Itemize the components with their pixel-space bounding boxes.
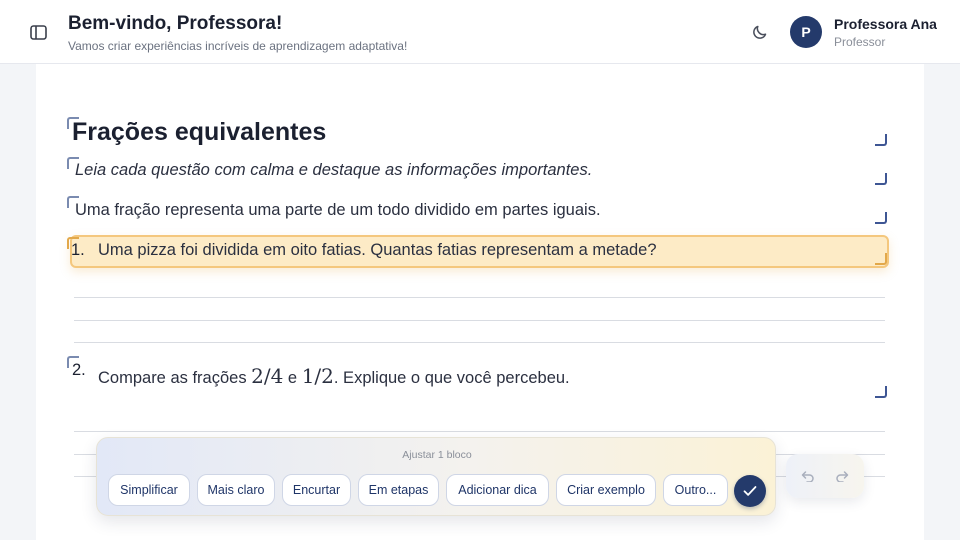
answer-line[interactable] (74, 320, 885, 321)
question-2-text[interactable]: Compare as frações 2/4 e 1/2 . Explique … (98, 364, 570, 390)
question-2-number: 2. (72, 361, 86, 379)
block-corner-marker (875, 134, 887, 146)
user-role: Professor (834, 35, 886, 49)
create-example-button[interactable]: Criar exemplo (556, 474, 656, 506)
redo-icon[interactable] (832, 466, 852, 486)
toolbar-label: Ajustar 1 bloco (402, 449, 472, 461)
welcome-subtitle: Vamos criar experiências incríveis de ap… (68, 39, 408, 53)
shorten-button[interactable]: Encurtar (282, 474, 351, 506)
block-corner-marker (875, 212, 887, 224)
clearer-button[interactable]: Mais claro (197, 474, 275, 506)
question-2-text-after: . Explique o que você percebeu. (333, 369, 570, 387)
question-1-number: 1. (71, 241, 85, 259)
document-instruction[interactable]: Leia cada questão com calma e destaque a… (75, 161, 592, 180)
answer-line[interactable] (74, 297, 885, 298)
question-1-text[interactable]: Uma pizza foi dividida em oito fatias. Q… (98, 241, 657, 260)
sidebar-toggle-icon[interactable] (28, 22, 48, 42)
undo-icon[interactable] (798, 466, 818, 486)
simplify-button[interactable]: Simplificar (108, 474, 190, 506)
in-steps-button[interactable]: Em etapas (358, 474, 439, 506)
app-header: Bem-vindo, Professora! Vamos criar exper… (0, 0, 960, 64)
welcome-title: Bem-vindo, Professora! (68, 13, 283, 34)
question-2-connector: e (283, 369, 302, 387)
fraction-2-4: 2/4 (251, 364, 284, 388)
check-icon[interactable] (734, 475, 766, 507)
block-corner-marker (875, 386, 887, 398)
question-2-text-before: Compare as frações (98, 369, 252, 387)
document-paragraph[interactable]: Uma fração representa uma parte de um to… (75, 201, 601, 220)
moon-icon[interactable] (750, 22, 770, 42)
block-corner-marker (875, 253, 887, 265)
fraction-1-2: 1/2 (301, 364, 334, 388)
other-button[interactable]: Outro... (663, 474, 728, 506)
document-title[interactable]: Frações equivalentes (72, 118, 326, 147)
answer-line[interactable] (74, 342, 885, 343)
answer-line[interactable] (74, 431, 885, 432)
block-corner-marker (875, 173, 887, 185)
avatar[interactable]: P (790, 16, 822, 48)
adjust-block-toolbar: Ajustar 1 bloco Simplificar Mais claro E… (96, 437, 776, 516)
add-hint-button[interactable]: Adicionar dica (446, 474, 549, 506)
undo-redo-group (786, 454, 864, 498)
user-name: Professora Ana (834, 16, 937, 32)
